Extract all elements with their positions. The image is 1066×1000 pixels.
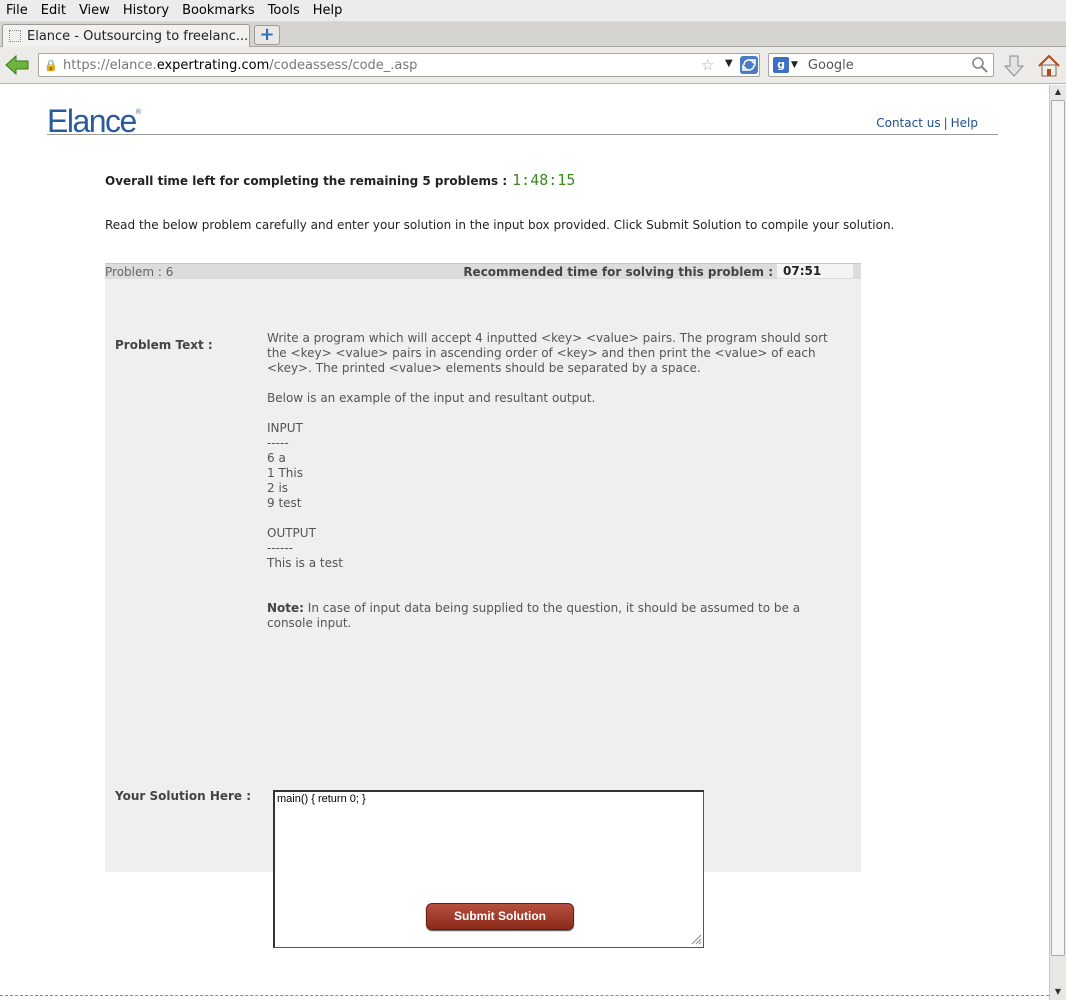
page-bottom-divider: [0, 995, 1049, 996]
output-rule: ------: [267, 541, 293, 555]
problem-text-label: Problem Text :: [115, 338, 213, 352]
input-line: 2 is: [267, 481, 289, 495]
recommended-time-value: 07:51: [777, 264, 853, 278]
download-icon[interactable]: [1003, 54, 1025, 78]
page-content: Elance® Contact us | Help Overall time lef…: [0, 85, 1049, 1000]
new-tab-button[interactable]: +: [254, 25, 280, 45]
problem-text: Write a program which will accept 4 inpu…: [267, 331, 832, 631]
menu-view[interactable]: View: [79, 3, 110, 18]
link-separator: |: [943, 116, 948, 130]
search-input[interactable]: Google: [808, 58, 854, 73]
output-line: This is a test: [267, 556, 343, 570]
recommended-time-label: Recommended time for solving this proble…: [463, 265, 773, 279]
scroll-thumb[interactable]: [1051, 100, 1065, 956]
problem-example-intro: Below is an example of the input and res…: [267, 391, 596, 405]
tab-elance[interactable]: Elance - Outsourcing to freelanc...: [2, 24, 250, 47]
note-text: In case of input data being supplied to …: [267, 601, 801, 630]
input-line: 1 This: [267, 466, 303, 480]
menu-file[interactable]: File: [6, 3, 28, 18]
problem-panel: Problem : 6 Recommended time for solving…: [105, 263, 861, 948]
output-heading: OUTPUT: [267, 526, 316, 540]
problem-note: Note: In case of input data being suppli…: [267, 601, 832, 631]
input-heading: INPUT: [267, 421, 303, 435]
time-left-label: Overall time left for completing the rem…: [105, 174, 508, 188]
vertical-scrollbar[interactable]: ▲ ▼: [1049, 85, 1066, 1000]
problem-number: Problem : 6: [105, 265, 174, 279]
input-rule: -----: [267, 436, 289, 450]
plus-icon: +: [259, 24, 275, 45]
time-left-value: 1:48:15: [512, 171, 576, 189]
reload-icon[interactable]: [739, 55, 759, 75]
chevron-down-icon[interactable]: ▼: [791, 60, 798, 70]
home-icon[interactable]: [1036, 53, 1062, 79]
lock-icon: 🔒: [44, 58, 58, 72]
back-arrow-icon[interactable]: [4, 53, 30, 77]
menu-edit[interactable]: Edit: [41, 3, 66, 18]
note-label: Note:: [267, 601, 304, 615]
page-icon: [9, 30, 21, 42]
solution-label: Your Solution Here :: [115, 789, 252, 803]
menu-bookmarks[interactable]: Bookmarks: [182, 3, 255, 18]
problem-header: Problem : 6 Recommended time for solving…: [105, 263, 861, 279]
url-text[interactable]: https://elance.expertrating.com/codeasse…: [63, 58, 417, 73]
instructions: Read the below problem carefully and ent…: [105, 218, 895, 232]
search-icon[interactable]: [971, 56, 989, 74]
google-engine-icon[interactable]: g: [773, 57, 789, 73]
submit-solution-button[interactable]: Submit Solution: [426, 903, 574, 930]
input-line: 9 test: [267, 496, 302, 510]
input-line: 6 a: [267, 451, 286, 465]
header-divider: [47, 134, 998, 135]
scroll-down-icon[interactable]: ▼: [1050, 985, 1066, 999]
url-bar[interactable]: 🔒 https://elance.expertrating.com/codeas…: [38, 53, 760, 77]
menu-help[interactable]: Help: [313, 3, 343, 18]
search-bar[interactable]: g ▼ Google: [768, 53, 994, 77]
problem-intro: Write a program which will accept 4 inpu…: [267, 331, 828, 375]
chevron-down-icon[interactable]: ▼: [725, 58, 733, 69]
tab-strip: Elance - Outsourcing to freelanc... +: [0, 22, 1066, 47]
scroll-up-icon[interactable]: ▲: [1050, 85, 1066, 99]
top-links: Contact us | Help: [876, 116, 978, 130]
bookmark-star-icon[interactable]: ☆: [701, 56, 714, 74]
menu-history[interactable]: History: [123, 3, 169, 18]
time-left: Overall time left for completing the rem…: [105, 171, 575, 189]
menu-tools[interactable]: Tools: [268, 3, 300, 18]
help-link[interactable]: Help: [951, 116, 978, 130]
contact-us-link[interactable]: Contact us: [876, 116, 940, 130]
nav-toolbar: 🔒 https://elance.expertrating.com/codeas…: [0, 47, 1066, 84]
tab-title: Elance - Outsourcing to freelanc...: [27, 28, 249, 44]
resize-grip-icon[interactable]: [690, 933, 702, 945]
menu-bar: File Edit View History Bookmarks Tools H…: [0, 0, 1066, 22]
